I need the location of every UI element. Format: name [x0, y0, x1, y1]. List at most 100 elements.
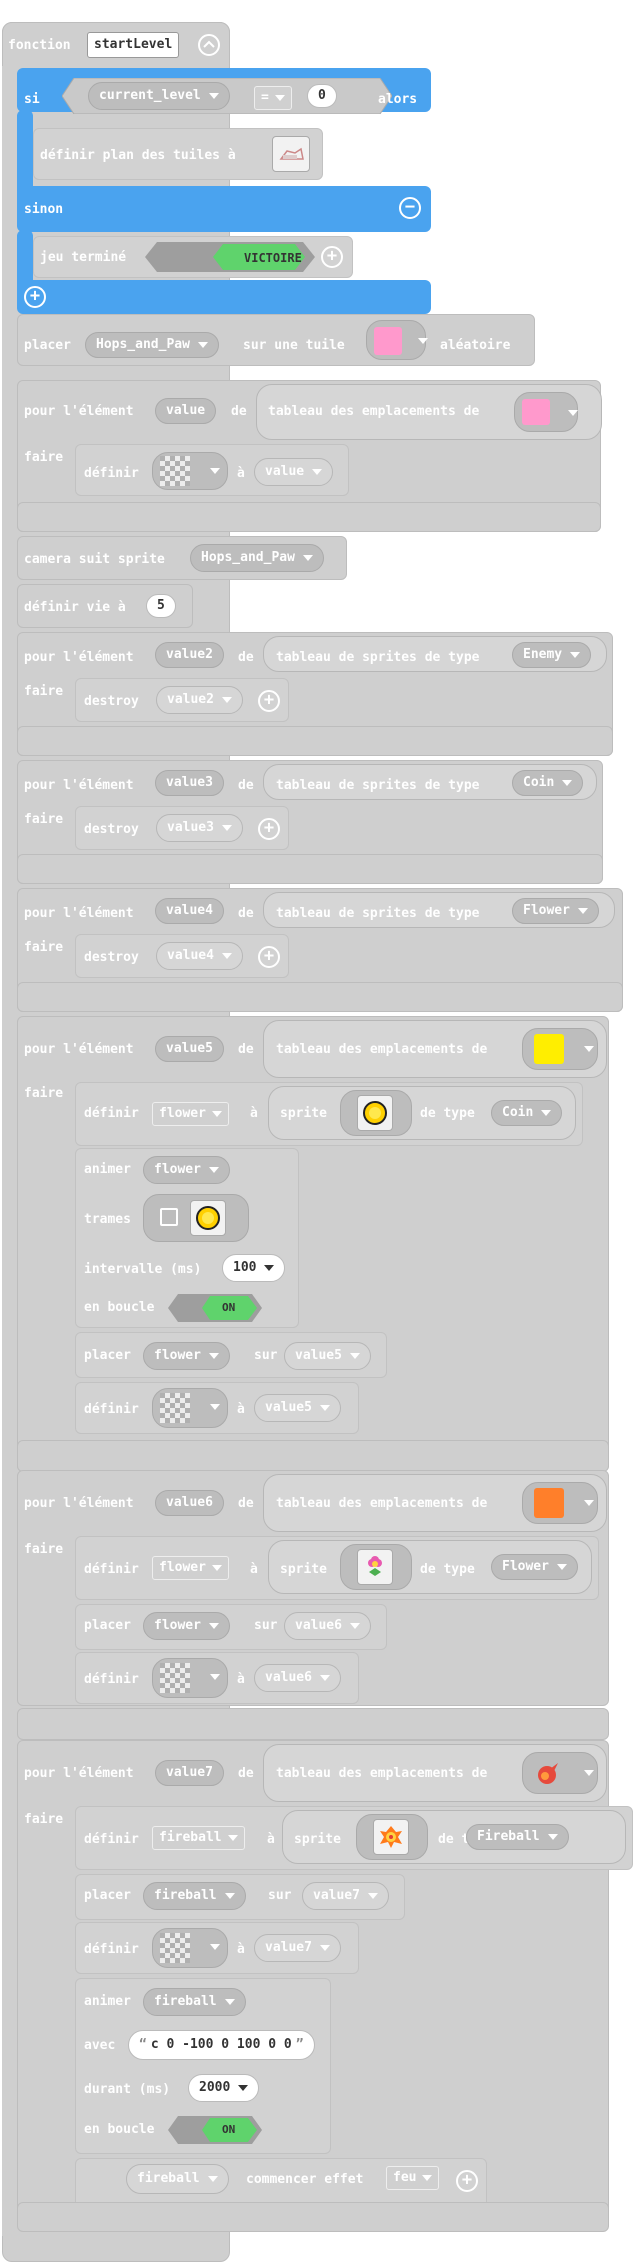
animate-sprite[interactable]: flower: [143, 1156, 230, 1184]
with-label: avec: [84, 2038, 116, 2053]
place-label: placer: [84, 1348, 131, 1363]
add-argument-button[interactable]: +: [258, 946, 280, 968]
kind-flower[interactable]: Flower: [512, 898, 599, 924]
remove-else-button[interactable]: −: [399, 197, 421, 219]
add-argument-button[interactable]: +: [321, 246, 343, 268]
sprite-variable-dropdown[interactable]: fireball: [152, 1826, 245, 1850]
loop-toggle[interactable]: [168, 2116, 262, 2144]
loop-variable[interactable]: value: [155, 398, 217, 424]
kind-coin[interactable]: Coin: [491, 1100, 563, 1126]
dropdown-caret-icon: [312, 469, 323, 475]
function-keyword: fonction: [8, 38, 71, 53]
coin-image[interactable]: [357, 1095, 393, 1131]
value-label: value6: [265, 1670, 312, 1685]
do-label: faire: [24, 812, 64, 827]
operator-dropdown[interactable]: =: [254, 86, 292, 110]
on-label: sur: [268, 1888, 292, 1903]
destroy-target[interactable]: value3: [156, 814, 243, 842]
loop-variable[interactable]: value5: [155, 1036, 224, 1062]
kind-fireball[interactable]: Fireball: [466, 1824, 569, 1850]
value-reporter[interactable]: value6: [254, 1664, 341, 1692]
value-reporter[interactable]: value7: [254, 1934, 341, 1962]
loop-variable[interactable]: value6: [155, 1490, 224, 1516]
dropdown-caret-icon: [210, 1404, 220, 1410]
do-label: faire: [24, 1812, 64, 1827]
dropdown-caret-icon: [208, 93, 219, 99]
kind-label: Flower: [502, 1559, 549, 1574]
path-field[interactable]: “c 0 -100 0 100 0 0”: [128, 2030, 315, 2060]
loop-variable[interactable]: value2: [155, 642, 224, 668]
destroy-target[interactable]: value2: [156, 686, 243, 714]
add-argument-button[interactable]: +: [258, 690, 280, 712]
else-row: [17, 186, 431, 232]
life-value-field[interactable]: 5: [146, 594, 176, 618]
place-location[interactable]: value7: [302, 1882, 389, 1910]
sprite-variable-dropdown[interactable]: flower: [152, 1102, 229, 1126]
fire-tile-swatch: [532, 1757, 564, 1789]
kind-coin[interactable]: Coin: [512, 770, 584, 796]
add-argument-button[interactable]: +: [456, 2170, 478, 2192]
kind-enemy[interactable]: Enemy: [512, 642, 592, 668]
set-label: définir: [84, 466, 139, 481]
sprite-hops-and-paw[interactable]: Hops_and_Paw: [85, 332, 219, 358]
sprites-kind-label: tableau de sprites de type: [276, 778, 480, 793]
for-each-label: pour l'élément: [24, 1766, 134, 1781]
dropdown-caret-icon: [221, 697, 232, 703]
kind-flower[interactable]: Flower: [491, 1554, 578, 1580]
dropdown-caret-icon: [547, 1834, 558, 1840]
flower-image[interactable]: [357, 1549, 393, 1585]
loop-variable[interactable]: value4: [155, 898, 224, 924]
random-label: aléatoire: [440, 338, 511, 353]
add-elseif-button[interactable]: +: [24, 286, 46, 308]
collapse-button[interactable]: [198, 34, 220, 56]
dropdown-caret-icon: [367, 1893, 378, 1899]
do-label: faire: [24, 1086, 64, 1101]
function-name-field[interactable]: startLevel: [87, 32, 180, 58]
loop-variable[interactable]: value7: [155, 1760, 224, 1786]
set-label: définir: [84, 1562, 139, 1577]
fireball-image[interactable]: [373, 1819, 409, 1855]
if-keyword: si: [24, 92, 40, 107]
for-each-label: pour l'élément: [24, 906, 134, 921]
loop-variable[interactable]: value3: [155, 770, 224, 796]
place-sprite[interactable]: flower: [143, 1342, 230, 1370]
interval-field[interactable]: 100: [222, 1254, 286, 1282]
of-kind-label: de type: [420, 1106, 475, 1121]
variable-current-level[interactable]: current_level: [88, 82, 230, 110]
compare-value: 0: [318, 88, 326, 103]
value-reporter[interactable]: value: [254, 458, 334, 486]
place-sprite[interactable]: flower: [143, 1612, 230, 1640]
camera-sprite[interactable]: Hops_and_Paw: [190, 544, 324, 572]
effect-label: feu: [393, 2170, 417, 2185]
toggle-on-label: ON: [222, 2123, 236, 2136]
add-argument-button[interactable]: +: [258, 818, 280, 840]
to-label: à: [237, 466, 245, 481]
transparent-tile-swatch: [160, 456, 190, 486]
effect-sprite[interactable]: fireball: [126, 2164, 229, 2194]
sprite-variable-dropdown[interactable]: flower: [152, 1556, 229, 1580]
dropdown-caret-icon: [349, 1353, 360, 1359]
destroy-target[interactable]: value4: [156, 942, 243, 970]
do-label: faire: [24, 1542, 64, 1557]
set-label: définir: [84, 1106, 139, 1121]
variable-label: current_level: [99, 88, 201, 103]
animate-sprite[interactable]: fireball: [143, 1988, 246, 2016]
kind-label: Coin: [502, 1105, 534, 1120]
effect-dropdown[interactable]: feu: [386, 2166, 440, 2190]
place-location[interactable]: value6: [284, 1612, 371, 1640]
duration-field[interactable]: 2000: [188, 2074, 260, 2102]
coin-frame-image[interactable]: [190, 1200, 226, 1236]
kind-label: Flower: [523, 903, 570, 918]
compare-value-field[interactable]: 0: [307, 84, 337, 108]
place-location[interactable]: value5: [284, 1342, 371, 1370]
sprite-label: Hops_and_Paw: [201, 550, 295, 565]
for-each-label: pour l'élément: [24, 1042, 134, 1057]
value-reporter[interactable]: value5: [254, 1394, 341, 1422]
locations-label: tableau des emplacements de: [268, 404, 480, 419]
dropdown-caret-icon: [319, 1675, 330, 1681]
tilemap-thumbnail[interactable]: [272, 136, 310, 172]
sprite-variable-label: flower: [154, 1162, 201, 1177]
place-sprite[interactable]: fireball: [143, 1882, 246, 1910]
of-label: de: [238, 778, 254, 793]
loop-toggle[interactable]: [168, 1294, 262, 1322]
